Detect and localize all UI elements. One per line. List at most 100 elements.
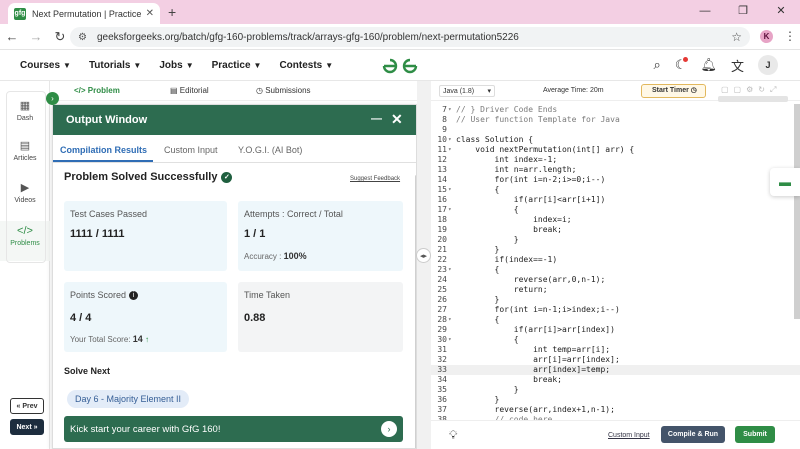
prev-button[interactable]: « Prev — [10, 398, 44, 414]
bookmark-star-icon[interactable]: ☆ — [731, 30, 742, 44]
code-line[interactable]: 23 ▾ { — [431, 265, 800, 275]
chat-icon[interactable]: ▬ — [770, 168, 800, 196]
gfg160-banner[interactable]: Kick start your career with GfG 160! › — [64, 416, 403, 442]
close-window-icon[interactable]: ✕ — [762, 0, 800, 24]
total-score-value: 14 — [132, 334, 143, 344]
code-line[interactable]: 20 } — [431, 235, 800, 245]
minimize-output-icon[interactable]: — — [371, 113, 382, 125]
code-line[interactable]: 12 int index=-1; — [431, 155, 800, 165]
browser-tab[interactable]: gfg Next Permutation | Practice | Ge ✕ — [8, 3, 160, 24]
fold-arrow-icon[interactable]: ▾ — [448, 335, 452, 345]
fold-arrow-icon[interactable]: ▾ — [448, 145, 452, 155]
site-info-icon[interactable]: ⚙ — [78, 32, 87, 43]
suggest-feedback-link[interactable]: Suggest Feedback — [350, 176, 400, 182]
tab-custom-input[interactable]: Custom Input — [164, 145, 218, 155]
rail-group-box — [6, 91, 46, 263]
code-line[interactable]: 16 if(arr[i]<arr[i+1]) — [431, 195, 800, 205]
tab-editorial[interactable]: ▤ Editorial — [170, 86, 209, 95]
tab-yogi-ai-bot[interactable]: Y.O.G.I. (AI Bot) — [238, 145, 302, 155]
code-line[interactable]: 35 } — [431, 385, 800, 395]
expand-panel-icon[interactable]: › — [46, 92, 59, 105]
line-number: 13 — [437, 165, 447, 174]
language-select[interactable]: Java (1.8) ▾ — [439, 85, 495, 97]
close-tab-icon[interactable]: ✕ — [146, 8, 154, 19]
line-number: 14 — [437, 175, 447, 184]
restore-icon[interactable]: ❐ — [724, 0, 762, 24]
code-line[interactable]: 28 ▾ { — [431, 315, 800, 325]
hint-bulb-icon[interactable]: 💡︎ — [449, 428, 457, 443]
custom-input-link[interactable]: Custom Input — [608, 432, 650, 439]
editor-tool-icons[interactable]: ▢▢⚙↻⤢ — [721, 85, 781, 95]
code-line[interactable]: 27 for(int i=n-1;i>index;i--) — [431, 305, 800, 315]
code-line[interactable]: 32 arr[i]=arr[index]; — [431, 355, 800, 365]
code-line[interactable]: 34 break; — [431, 375, 800, 385]
code-line[interactable]: 26 } — [431, 295, 800, 305]
code-line[interactable]: 30 ▾ { — [431, 335, 800, 345]
line-number: 31 — [437, 345, 447, 354]
reload-icon[interactable]: ↻ — [48, 29, 72, 45]
code-line[interactable]: 33 arr[index]=temp; — [431, 365, 800, 375]
code-line[interactable]: 31 int temp=arr[i]; — [431, 345, 800, 355]
code-line[interactable]: 21 } — [431, 245, 800, 255]
translate-icon[interactable]: 文 — [731, 56, 744, 75]
info-icon[interactable]: i — [129, 291, 139, 301]
fold-arrow-icon[interactable]: ▾ — [448, 205, 452, 215]
code-line[interactable]: 37 reverse(arr,index+1,n-1); — [431, 405, 800, 415]
tab-submissions[interactable]: ◷ Submissions — [256, 86, 311, 95]
chevron-right-icon[interactable]: › — [381, 421, 397, 437]
submit-button[interactable]: Submit — [735, 426, 775, 443]
next-button[interactable]: Next » — [10, 419, 44, 435]
tab-problem[interactable]: </> Problem — [74, 86, 120, 95]
forward-icon[interactable]: → — [24, 29, 48, 44]
fold-arrow-icon[interactable]: ▾ — [448, 315, 452, 325]
menu-jobs[interactable]: Jobs ▼ — [159, 60, 193, 71]
code-line[interactable]: 17 ▾ { — [431, 205, 800, 215]
fold-arrow-icon[interactable]: ▾ — [448, 265, 452, 275]
browser-profile-avatar[interactable]: K — [760, 30, 773, 43]
fold-arrow-icon[interactable]: ▾ — [448, 105, 452, 115]
code-line[interactable]: 19 break; — [431, 225, 800, 235]
fold-arrow-icon[interactable]: ▾ — [448, 185, 452, 195]
gfg-logo[interactable] — [380, 56, 420, 76]
next-problem-chip[interactable]: Day 6 - Majority Element II — [67, 390, 190, 408]
pane-splitter[interactable] — [417, 81, 431, 449]
code-line[interactable]: 15 ▾ { — [431, 185, 800, 195]
menu-courses[interactable]: Courses ▼ — [20, 60, 71, 71]
menu-tutorials[interactable]: Tutorials ▼ — [89, 60, 141, 71]
code-line[interactable]: 24 reverse(arr,0,n-1); — [431, 275, 800, 285]
code-line[interactable]: 25 return; — [431, 285, 800, 295]
code-line[interactable]: 29 if(arr[i]>arr[index]) — [431, 325, 800, 335]
code-line[interactable]: 7 ▾ // } Driver Code Ends — [431, 105, 800, 115]
code-line[interactable]: 22 if(index==-1) — [431, 255, 800, 265]
code-line[interactable]: 10 ▾ class Solution { — [431, 135, 800, 145]
editor-scrollbar[interactable] — [794, 104, 800, 319]
close-output-icon[interactable]: ✕ — [391, 111, 403, 128]
start-timer-button[interactable]: Start Timer ◷ — [641, 84, 706, 98]
left-rail: ▦ Dash ▤ Articles ▶ Videos </> Problems … — [0, 81, 50, 449]
code-line[interactable]: 11 ▾ void nextPermutation(int[] arr) { — [431, 145, 800, 155]
new-tab-icon[interactable]: + — [168, 4, 176, 20]
search-icon[interactable]: ⌕ — [654, 57, 661, 73]
compile-run-button[interactable]: Compile & Run — [661, 426, 725, 443]
code-line[interactable]: 18 index=i; — [431, 215, 800, 225]
menu-practice[interactable]: Practice ▼ — [212, 60, 262, 71]
browser-menu-icon[interactable]: ⋮ — [784, 29, 796, 43]
back-icon[interactable]: ← — [0, 29, 24, 44]
code-line[interactable]: 14 for(int i=n-2;i>=0;i--) — [431, 175, 800, 185]
code-line[interactable]: 9 — [431, 125, 800, 135]
fold-arrow-icon[interactable]: ▾ — [448, 135, 452, 145]
url-field[interactable]: ⚙ geeksforgeeks.org/batch/gfg-160-proble… — [70, 27, 750, 47]
minimize-icon[interactable]: — — [686, 0, 724, 24]
menu-contests[interactable]: Contests ▼ — [279, 60, 333, 71]
tab-compilation-results[interactable]: Compilation Results — [60, 145, 147, 155]
code-line[interactable]: 13 int n=arr.length; — [431, 165, 800, 175]
code-editor[interactable]: 7 ▾// } Driver Code Ends 8// User function… — [431, 102, 800, 420]
code-line[interactable]: 8 // User function Template for Java — [431, 115, 800, 125]
code-text: } — [456, 235, 519, 244]
notification-bell-icon[interactable]: 🔔︎ — [700, 57, 717, 73]
chevron-down-icon: ▼ — [63, 60, 71, 70]
theme-toggle-icon[interactable]: ☾ — [675, 57, 689, 73]
user-avatar[interactable]: J — [758, 55, 778, 75]
code-line[interactable]: 36 } — [431, 395, 800, 405]
drag-handle-icon[interactable]: ◂▸ — [416, 248, 431, 263]
